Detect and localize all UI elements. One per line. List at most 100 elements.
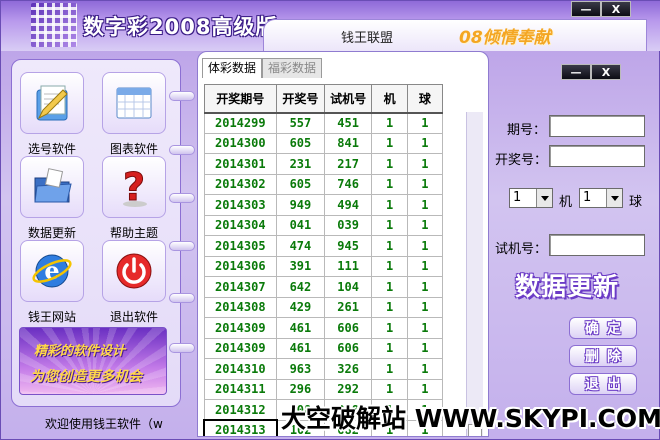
issue-label: 期号： bbox=[507, 123, 547, 138]
column-header-ball[interactable]: 球 bbox=[406, 84, 444, 114]
close-button[interactable]: X bbox=[601, 1, 631, 17]
title-bar: 数字彩2008高级版 钱王联盟 08倾情奉献 — X bbox=[1, 1, 660, 51]
vertical-scrollbar[interactable] bbox=[466, 112, 483, 436]
table-cell: 949 bbox=[276, 194, 325, 216]
table-cell: 217 bbox=[323, 153, 373, 175]
panel-connector bbox=[169, 293, 195, 303]
table-row[interactable]: 2014307 642 104 1 1 bbox=[203, 276, 444, 298]
table-row[interactable]: 2014309 461 606 1 1 bbox=[203, 337, 444, 359]
data-update-form: 期号： 开奖号： 1 机 1 球 试机号： 数据更新 确定 删除 退出 bbox=[489, 61, 660, 440]
table-row[interactable]: 2014304 041 039 1 1 bbox=[203, 214, 444, 236]
chevron-down-icon[interactable] bbox=[536, 189, 552, 207]
draw-number-input[interactable] bbox=[549, 145, 645, 167]
machine-select[interactable]: 1 bbox=[509, 188, 553, 208]
exit-button[interactable]: 退出 bbox=[569, 373, 637, 395]
delete-button[interactable]: 删除 bbox=[569, 345, 637, 367]
machine-select-value: 1 bbox=[513, 190, 522, 205]
data-tabs: 体彩数据 福彩数据 bbox=[202, 58, 323, 80]
test-number-input[interactable] bbox=[549, 234, 645, 256]
panel-connector bbox=[169, 193, 195, 203]
table-cell: 1 bbox=[371, 317, 408, 339]
internet-explorer-icon: e bbox=[20, 240, 84, 302]
table-cell: 2014308 bbox=[203, 296, 278, 318]
table-cell: 2014307 bbox=[203, 276, 278, 298]
table-cell: 1 bbox=[406, 153, 444, 175]
table-cell: 1 bbox=[371, 337, 408, 359]
minimize-button[interactable]: — bbox=[571, 1, 601, 17]
column-header-test-number[interactable]: 试机号 bbox=[323, 84, 373, 114]
table-cell: 2014313 bbox=[203, 419, 278, 436]
tool-select-numbers[interactable]: 选号软件 bbox=[14, 72, 90, 157]
table-cell: 2014310 bbox=[203, 358, 278, 380]
calendar-grid-icon bbox=[102, 72, 166, 134]
table-cell: 1 bbox=[406, 132, 444, 154]
table-cell: 292 bbox=[323, 378, 373, 400]
table-cell: 1 bbox=[371, 112, 408, 134]
table-cell: 326 bbox=[323, 358, 373, 380]
chevron-down-icon[interactable] bbox=[606, 189, 622, 207]
table-cell: 1 bbox=[371, 276, 408, 298]
table-cell: 2014301 bbox=[203, 153, 278, 175]
table-cell: 1 bbox=[371, 214, 408, 236]
watermark-text: 大空破解站 WWW.SKYPI.COM bbox=[281, 404, 660, 433]
table-cell: 296 bbox=[276, 378, 325, 400]
panel-connector bbox=[169, 91, 195, 101]
table-cell: 1 bbox=[371, 296, 408, 318]
tool-label: 退出软件 bbox=[109, 310, 158, 324]
table-cell: 2014311 bbox=[203, 378, 278, 400]
table-cell: 391 bbox=[276, 255, 325, 277]
column-header-issue[interactable]: 开奖期号 bbox=[203, 84, 278, 114]
tool-data-update[interactable]: 数据更新 bbox=[14, 156, 90, 241]
issue-input[interactable] bbox=[549, 115, 645, 137]
table-row[interactable]: 2014310 963 326 1 1 bbox=[203, 358, 444, 380]
tool-charts[interactable]: 图表软件 bbox=[96, 72, 172, 157]
column-header-draw-number[interactable]: 开奖号 bbox=[276, 84, 325, 114]
table-cell: 1 bbox=[406, 214, 444, 236]
table-row[interactable]: 2014299 557 451 1 1 bbox=[203, 112, 444, 134]
table-cell: 461 bbox=[276, 317, 325, 339]
table-row[interactable]: 2014305 474 945 1 1 bbox=[203, 235, 444, 257]
table-row[interactable]: 2014308 429 261 1 1 bbox=[203, 296, 444, 318]
table-cell: 1 bbox=[371, 255, 408, 277]
tool-label: 图表软件 bbox=[109, 142, 158, 156]
main-window: 数字彩2008高级版 钱王联盟 08倾情奉献 — X 选号软件 图表软件 数据更… bbox=[0, 0, 660, 440]
tool-help[interactable]: ? 帮助主题 bbox=[96, 156, 172, 241]
table-cell: 2014304 bbox=[203, 214, 278, 236]
table-cell: 1 bbox=[406, 173, 444, 195]
column-header-machine[interactable]: 机 bbox=[371, 84, 408, 114]
app-title: 数字彩2008高级版 bbox=[83, 15, 278, 39]
tool-website[interactable]: e 钱王网站 bbox=[14, 240, 90, 325]
table-row[interactable]: 2014309 461 606 1 1 bbox=[203, 317, 444, 339]
tab-welfare-lottery[interactable]: 福彩数据 bbox=[262, 58, 323, 78]
data-table-panel: 体彩数据 福彩数据 开奖期号 开奖号 试机号 机 球 2014299 557 451… bbox=[197, 51, 489, 437]
table-row[interactable]: 2014306 391 111 1 1 bbox=[203, 255, 444, 277]
power-icon bbox=[102, 240, 166, 302]
ball-select[interactable]: 1 bbox=[579, 188, 623, 208]
table-cell: 746 bbox=[323, 173, 373, 195]
table-cell: 1 bbox=[371, 194, 408, 216]
table-cell: 461 bbox=[276, 337, 325, 359]
panel-connector bbox=[169, 145, 195, 155]
table-cell: 451 bbox=[323, 112, 373, 134]
table-row[interactable]: 2014311 296 292 1 1 bbox=[203, 378, 444, 400]
welcome-text: 欢迎使用钱王软件（w bbox=[45, 417, 163, 431]
tool-exit[interactable]: 退出软件 bbox=[96, 240, 172, 325]
promo-banner[interactable]: 精彩的软件设计 为您创造更多机会 bbox=[19, 327, 167, 395]
table-cell: 606 bbox=[323, 337, 373, 359]
tool-label: 帮助主题 bbox=[109, 226, 158, 240]
window-controls: — X bbox=[571, 1, 631, 19]
panel-connector bbox=[169, 241, 195, 251]
table-cell: 429 bbox=[276, 296, 325, 318]
tab-sports-lottery[interactable]: 体彩数据 bbox=[202, 58, 263, 78]
table-cell: 474 bbox=[276, 235, 325, 257]
table-row[interactable]: 2014301 231 217 1 1 bbox=[203, 153, 444, 175]
table-cell: 1 bbox=[371, 153, 408, 175]
table-row[interactable]: 2014302 605 746 1 1 bbox=[203, 173, 444, 195]
table-row[interactable]: 2014300 605 841 1 1 bbox=[203, 132, 444, 154]
panel-connector bbox=[169, 343, 195, 353]
table-cell: 1 bbox=[406, 194, 444, 216]
table-row[interactable]: 2014303 949 494 1 1 bbox=[203, 194, 444, 216]
table-cell: 041 bbox=[276, 214, 325, 236]
confirm-button[interactable]: 确定 bbox=[569, 317, 637, 339]
brand-name: 钱王联盟 bbox=[341, 31, 394, 46]
